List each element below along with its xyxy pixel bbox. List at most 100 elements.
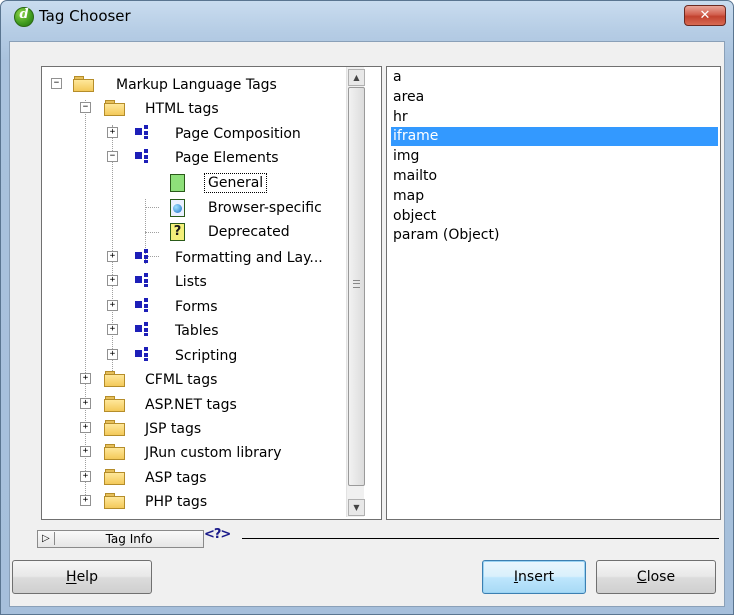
tree-label: JSP tags — [145, 421, 202, 437]
tree-item-browser-specific[interactable]: Browser-specific — [42, 197, 342, 219]
tree-label: CFML tags — [145, 372, 218, 388]
help-button[interactable]: Help — [12, 560, 152, 594]
window-title: Tag Chooser — [39, 7, 131, 25]
tree-vertical-scrollbar[interactable]: ▲ ▼ — [346, 67, 365, 517]
tag-category-tree[interactable]: − Markup Language Tags − HTML tags + Pag… — [41, 66, 382, 520]
tree-label: Forms — [175, 299, 218, 315]
expand-icon[interactable]: + — [80, 398, 91, 409]
close-window-button[interactable]: ✕ — [684, 5, 726, 26]
expand-icon[interactable]: + — [80, 373, 91, 384]
tree-label: ASP tags — [145, 470, 207, 486]
scrollbar-thumb[interactable] — [348, 87, 365, 486]
scroll-up-arrow-icon[interactable]: ▲ — [348, 69, 365, 86]
expand-icon[interactable]: + — [80, 495, 91, 506]
tag-group-icon — [131, 124, 155, 140]
tree-item-scripting[interactable]: + Scripting — [42, 345, 342, 367]
tag-list-item[interactable]: param (Object) — [391, 226, 718, 245]
tree-item-tables[interactable]: + Tables — [42, 320, 342, 342]
close-button-label: Close — [636, 569, 676, 585]
tag-group-icon — [131, 248, 155, 264]
tree-label: Page Composition — [175, 126, 301, 142]
tag-group-icon — [131, 321, 155, 337]
divider — [242, 538, 719, 539]
tree-item-markup-language-tags[interactable]: − Markup Language Tags — [42, 74, 342, 96]
expand-icon[interactable]: + — [107, 324, 118, 335]
folder-icon — [104, 371, 125, 387]
tree-label: Markup Language Tags — [116, 77, 277, 93]
tree-item-php-tags[interactable]: + PHP tags — [42, 491, 342, 513]
folder-icon — [104, 396, 125, 412]
tree-item-page-elements[interactable]: − Page Elements — [42, 147, 342, 169]
tag-reference-help-icon[interactable]: <?> — [204, 527, 231, 542]
tree-item-formatting-and-layout[interactable]: + Formatting and Lay... — [42, 247, 342, 269]
tag-list-item[interactable]: iframe — [391, 127, 718, 147]
tree-label: Browser-specific — [208, 200, 322, 216]
folder-icon — [104, 493, 125, 509]
tree-label: Lists — [175, 274, 207, 290]
scroll-down-arrow-icon[interactable]: ▼ — [348, 499, 365, 516]
tag-list-item[interactable]: img — [391, 147, 718, 166]
close-icon: ✕ — [699, 8, 711, 23]
page-icon — [170, 174, 185, 192]
insert-button-label: Insert — [513, 569, 555, 585]
collapse-icon[interactable]: − — [51, 78, 62, 89]
tree-item-lists[interactable]: + Lists — [42, 271, 342, 293]
help-page-icon: ? — [170, 223, 185, 241]
tree-item-cfml-tags[interactable]: + CFML tags — [42, 369, 342, 391]
insert-button[interactable]: Insert — [482, 560, 586, 594]
tree-label: JRun custom library — [145, 445, 282, 461]
tree-label: Scripting — [175, 348, 238, 364]
tag-info-label: Tag Info — [105, 532, 153, 546]
tree-item-deprecated[interactable]: ? Deprecated — [42, 221, 342, 243]
tag-group-icon — [131, 297, 155, 313]
tag-list-item[interactable]: map — [391, 187, 718, 206]
dreamweaver-app-icon: d — [14, 7, 34, 27]
tree-label: Page Elements — [175, 150, 279, 166]
expand-icon[interactable]: + — [107, 127, 118, 138]
expand-icon[interactable]: + — [107, 251, 118, 262]
expand-triangle-icon: ▷ — [42, 533, 50, 544]
tree-item-page-composition[interactable]: + Page Composition — [42, 123, 342, 145]
tag-group-icon — [131, 346, 155, 362]
folder-icon — [104, 444, 125, 460]
expand-icon[interactable]: + — [107, 349, 118, 360]
tag-group-icon — [131, 148, 155, 164]
expand-icon[interactable]: + — [80, 446, 91, 457]
tree-label: HTML tags — [145, 101, 219, 117]
close-button[interactable]: Close — [596, 560, 716, 594]
tree-label: General — [204, 173, 268, 193]
expand-icon[interactable]: + — [107, 275, 118, 286]
tree-item-jrun-custom-library[interactable]: + JRun custom library — [42, 442, 342, 464]
title-bar[interactable]: d Tag Chooser ✕ — [1, 1, 733, 33]
tag-info-toggle[interactable]: ▷ Tag Info — [37, 530, 204, 548]
tree-item-aspnet-tags[interactable]: + ASP.NET tags — [42, 394, 342, 416]
tree-label: PHP tags — [145, 494, 208, 510]
tree-label: Tables — [175, 323, 219, 339]
expand-icon[interactable]: + — [107, 300, 118, 311]
tree-item-asp-tags[interactable]: + ASP tags — [42, 467, 342, 489]
tree-item-forms[interactable]: + Forms — [42, 296, 342, 318]
tree-item-general[interactable]: General — [42, 172, 342, 194]
tag-list-item[interactable]: object — [391, 207, 718, 226]
tag-list-item[interactable]: hr — [391, 108, 718, 127]
tag-group-icon — [131, 272, 155, 288]
collapse-icon[interactable]: − — [80, 102, 91, 113]
tag-list-item[interactable]: area — [391, 88, 718, 107]
folder-icon — [104, 469, 125, 485]
help-button-label: Help — [66, 569, 98, 585]
tree-item-html-tags[interactable]: − HTML tags — [42, 98, 342, 120]
tree-label: Formatting and Lay... — [175, 250, 323, 266]
tag-list[interactable]: a area hr iframe img mailto map object param (Ob… — [386, 66, 721, 520]
tag-list-item[interactable]: mailto — [391, 167, 718, 186]
expand-icon[interactable]: + — [80, 422, 91, 433]
collapse-icon[interactable]: − — [107, 151, 118, 162]
tag-list-item[interactable]: a — [391, 68, 718, 87]
dialog-body: − Markup Language Tags − HTML tags + Pag… — [9, 41, 725, 607]
tag-chooser-window: d Tag Chooser ✕ − Markup Language Tags − — [0, 0, 734, 615]
separator — [54, 532, 55, 545]
folder-open-icon — [104, 100, 125, 116]
expand-icon[interactable]: + — [80, 471, 91, 482]
tree-label: ASP.NET tags — [145, 397, 237, 413]
globe-page-icon — [170, 199, 185, 217]
tree-item-jsp-tags[interactable]: + JSP tags — [42, 418, 342, 440]
